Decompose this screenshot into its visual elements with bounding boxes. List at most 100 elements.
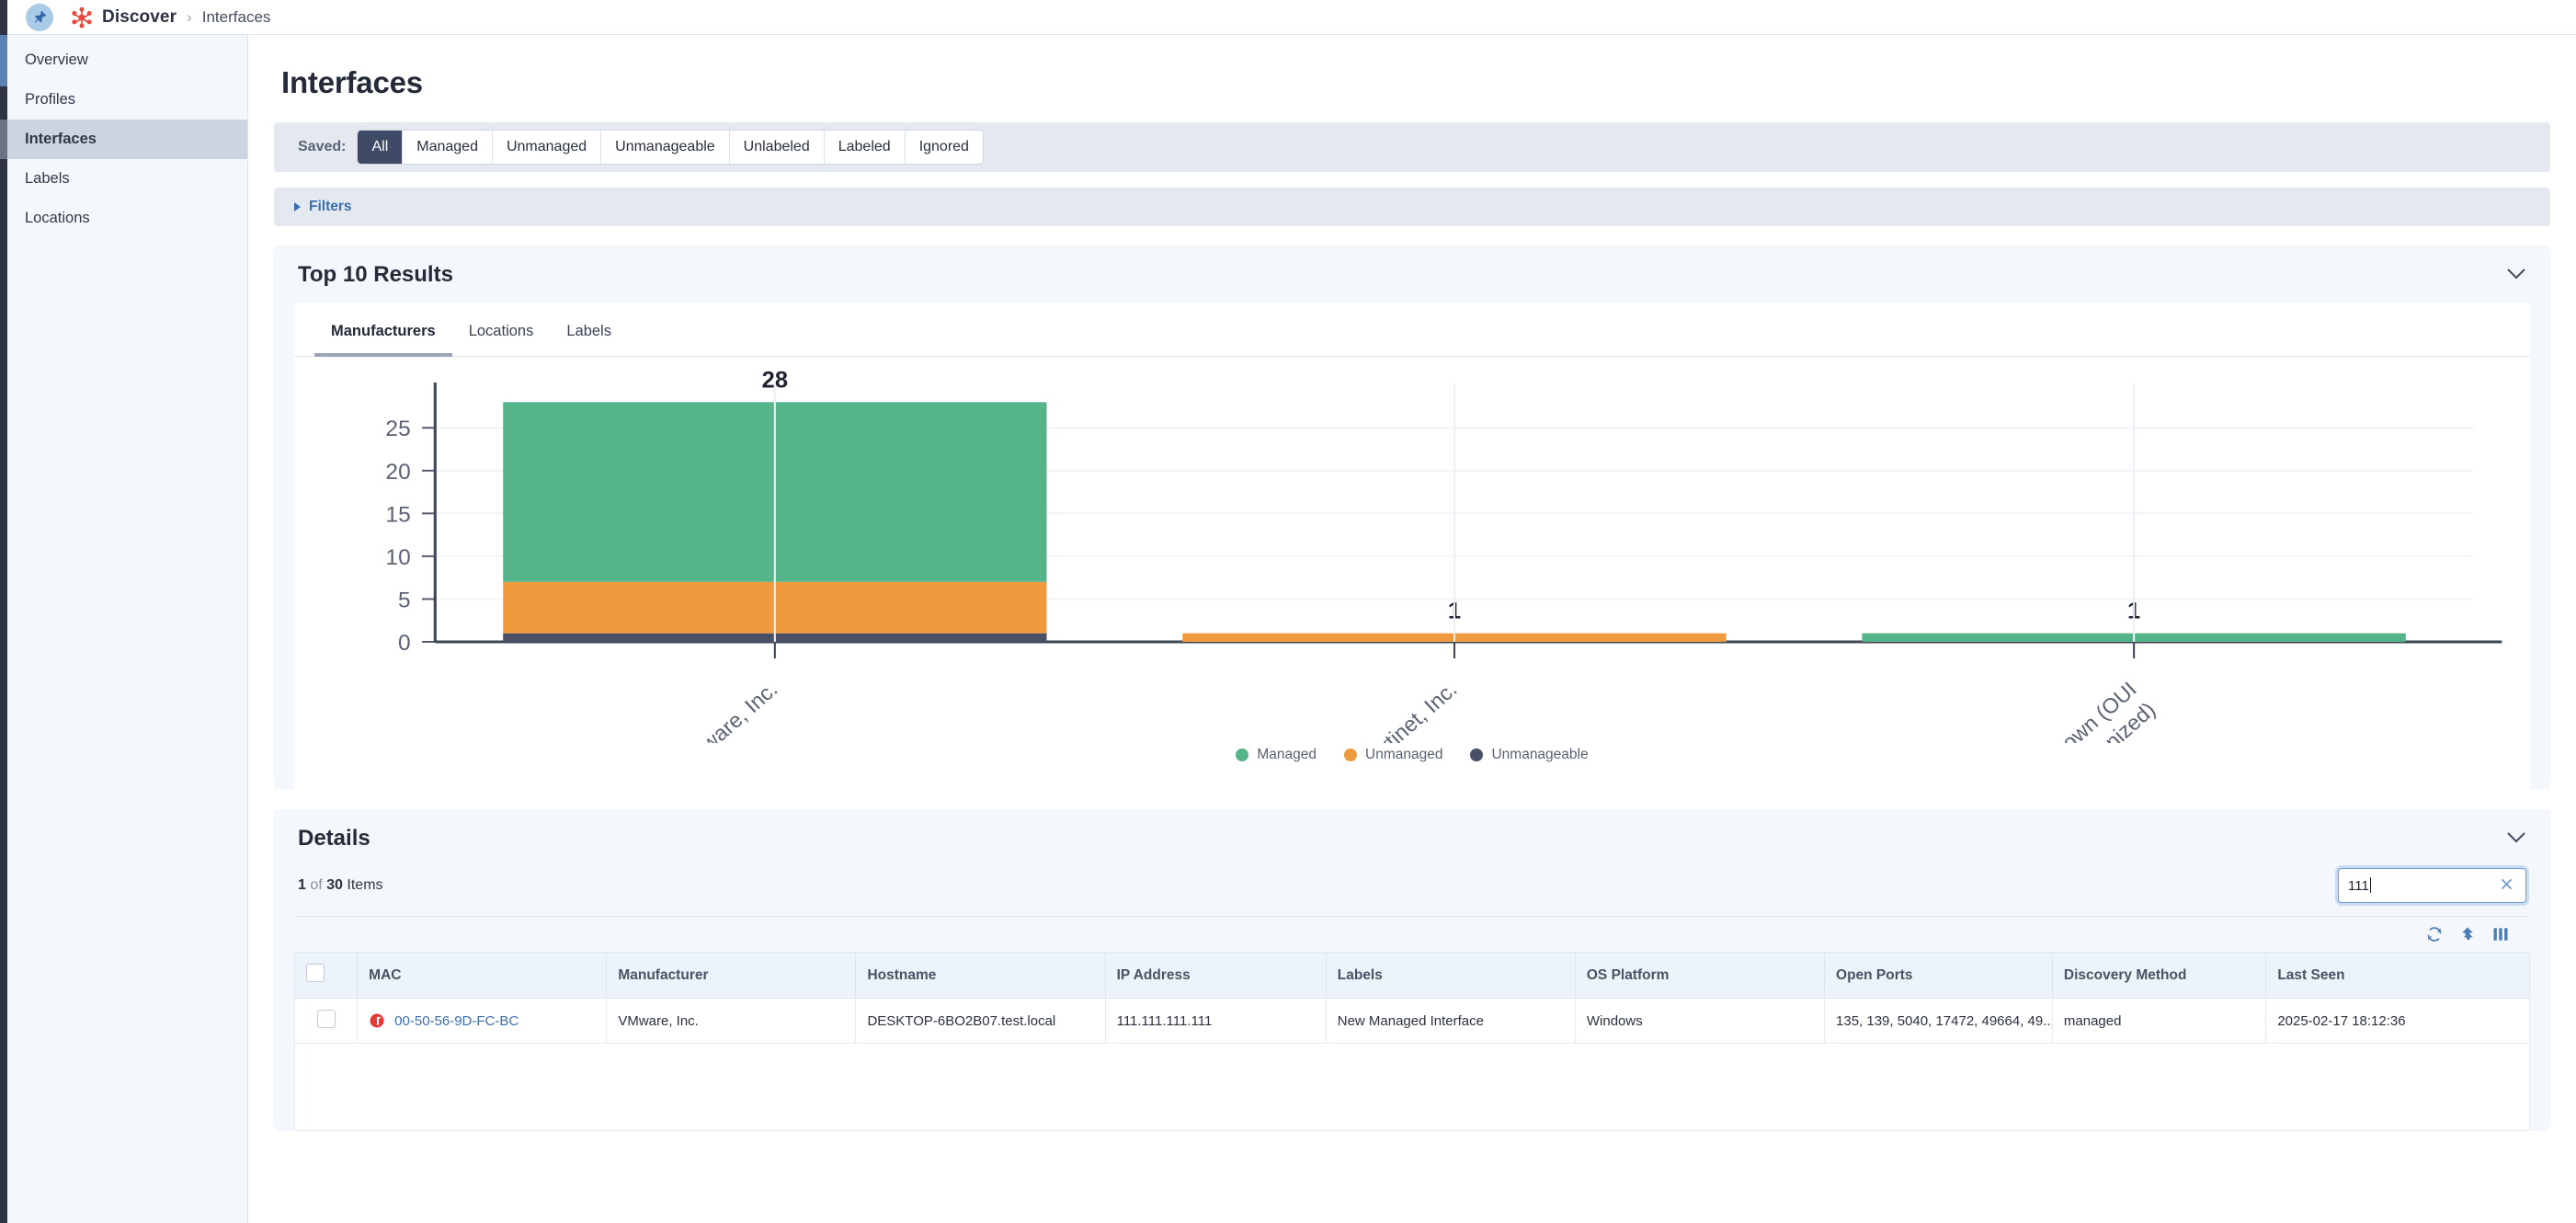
svg-text:25: 25 (385, 417, 410, 441)
main-content: Interfaces Saved: All Managed Unmanaged … (248, 35, 2576, 1223)
details-panel: Details 1 of 30 Items 111 MAC Manufactur… (274, 809, 2550, 1131)
top-results-body: Manufacturers Locations Labels 0 5 10 15 20 2… (294, 303, 2530, 789)
row-checkbox[interactable] (316, 1010, 336, 1028)
export-icon[interactable] (2458, 925, 2477, 943)
saved-filter-labeled[interactable]: Labeled (824, 131, 906, 164)
legend-item-unmanageable[interactable]: Unmanageable (1470, 747, 1589, 763)
sidebar-item-label: Interfaces (25, 131, 97, 147)
legend-swatch-managed (1236, 749, 1249, 761)
saved-filter-all[interactable]: All (358, 131, 404, 164)
sidebar-item-labels[interactable]: Labels (0, 159, 247, 199)
details-toolbar: 1 of 30 Items 111 (274, 866, 2550, 916)
chart-tabs: Manufacturers Locations Labels (294, 303, 2530, 357)
row-select-cell (293, 998, 359, 1044)
svg-text:VMware, Inc.: VMware, Inc. (672, 677, 781, 743)
saved-filter-unmanaged[interactable]: Unmanaged (492, 131, 602, 164)
discover-logo-icon (72, 6, 92, 28)
window-edge-strip (0, 0, 7, 35)
saved-label: Saved: (298, 139, 347, 154)
cell-ip-address: 111.111.111.111 (1104, 998, 1327, 1044)
legend-swatch-unmanageable (1470, 749, 1484, 761)
filters-bar[interactable]: Filters (274, 188, 2550, 226)
top-results-panel: Top 10 Results Manufacturers Locations L… (274, 246, 2550, 789)
cell-last-seen: 2025-02-17 18:12:36 (2265, 998, 2530, 1044)
cell-discovery-method: managed (2051, 998, 2267, 1044)
saved-filter-managed[interactable]: Managed (403, 131, 493, 164)
page-title: Interfaces (281, 65, 423, 99)
item-count-suffix: Items (347, 877, 383, 893)
item-count-of: of (310, 877, 323, 893)
table-tools (294, 916, 2530, 953)
table-empty-space (294, 1044, 2530, 1131)
sidebar-item-interfaces[interactable]: Interfaces (0, 120, 247, 159)
sidebar-item-profiles[interactable]: Profiles (0, 80, 247, 120)
columns-icon[interactable] (2491, 925, 2510, 943)
chart-legend: Managed Unmanaged Unmanageable (294, 747, 2530, 763)
item-count: 1 of 30 Items (298, 877, 383, 894)
legend-label: Unmanaged (1365, 747, 1443, 762)
legend-item-managed[interactable]: Managed (1236, 747, 1316, 763)
svg-text:5: 5 (398, 589, 411, 613)
mac-link[interactable]: 00-50-56-9D-FC-BC (394, 1013, 519, 1029)
column-header-mac[interactable]: MAC (357, 953, 608, 999)
sidebar-item-locations[interactable]: Locations (0, 199, 247, 238)
breadcrumb-separator: › (187, 7, 192, 26)
saved-filter-group: All Managed Unmanaged Unmanageable Unlab… (358, 131, 983, 164)
cell-manufacturer: VMware, Inc. (606, 998, 857, 1044)
saved-filter-unmanageable[interactable]: Unmanageable (601, 131, 730, 164)
column-header-discovery-method[interactable]: Discovery Method (2051, 953, 2267, 999)
sidebar-item-label: Overview (25, 51, 88, 68)
brand[interactable]: Discover (70, 6, 177, 29)
column-header-manufacturer[interactable]: Manufacturer (606, 953, 857, 999)
sidebar-item-overview[interactable]: Overview (0, 40, 247, 80)
body-wrapper: Overview Profiles Interfaces Labels Loca… (0, 35, 2576, 1223)
saved-filter-ignored[interactable]: Ignored (905, 131, 983, 164)
legend-swatch-unmanaged (1344, 749, 1358, 761)
tab-manufacturers[interactable]: Manufacturers (314, 303, 452, 357)
svg-text:10: 10 (385, 545, 410, 570)
table-header-row: MAC Manufacturer Hostname IP Address Lab… (293, 953, 2530, 999)
close-icon[interactable] (2497, 876, 2516, 896)
breadcrumb-current[interactable]: Interfaces (202, 8, 271, 27)
brand-name: Discover (102, 6, 177, 27)
sidebar-item-label: Profiles (25, 91, 76, 108)
top-results-title: Top 10 Results (298, 262, 453, 287)
cell-open-ports: 135, 139, 5040, 17472, 49664, 49... (1824, 998, 2053, 1044)
svg-text:0: 0 (398, 631, 411, 656)
table-row[interactable]: 00-50-56-9D-FC-BC VMware, Inc. DESKTOP-6… (293, 998, 2530, 1044)
legend-item-unmanaged[interactable]: Unmanaged (1344, 747, 1442, 763)
chevron-down-icon[interactable] (2506, 266, 2526, 284)
cell-mac: 00-50-56-9D-FC-BC (357, 998, 608, 1044)
tab-locations[interactable]: Locations (452, 303, 551, 357)
search-input[interactable]: 111 (2338, 868, 2526, 903)
chevron-down-icon[interactable] (2506, 829, 2526, 848)
app-root: Discover › Interfaces Overview Profiles … (0, 0, 2576, 1223)
svg-text:20: 20 (385, 460, 410, 485)
select-all-header (293, 953, 359, 999)
legend-label: Managed (1257, 747, 1317, 762)
text-cursor (2369, 877, 2371, 893)
interfaces-table: MAC Manufacturer Hostname IP Address Lab… (293, 953, 2530, 1044)
svg-text:15: 15 (385, 503, 410, 528)
item-count-total: 30 (326, 877, 343, 893)
legend-label: Unmanageable (1491, 747, 1589, 762)
select-all-checkbox[interactable] (306, 964, 325, 982)
column-header-ip-address[interactable]: IP Address (1104, 953, 1327, 999)
tab-labels[interactable]: Labels (550, 303, 628, 357)
filters-toggle-label[interactable]: Filters (309, 199, 352, 215)
svg-text:Fortinet, Inc.: Fortinet, Inc. (1356, 677, 1462, 743)
column-header-last-seen[interactable]: Last Seen (2265, 953, 2530, 999)
manufacturers-chart: 051015202528VMware, Inc.1Fortinet, Inc.1… (294, 357, 2530, 789)
refresh-icon[interactable] (2425, 925, 2444, 943)
sidebar-item-label: Locations (25, 210, 90, 226)
column-header-hostname[interactable]: Hostname (855, 953, 1106, 999)
pin-icon[interactable] (26, 3, 53, 31)
saved-filter-unlabeled[interactable]: Unlabeled (729, 131, 825, 164)
details-title: Details (298, 826, 370, 851)
column-header-open-ports[interactable]: Open Ports (1824, 953, 2053, 999)
column-header-os-platform[interactable]: OS Platform (1574, 953, 1826, 999)
column-header-labels[interactable]: Labels (1325, 953, 1576, 999)
cell-hostname: DESKTOP-6BO2B07.test.local (855, 998, 1106, 1044)
alert-circle-icon (370, 1013, 384, 1028)
sidebar-item-label: Labels (25, 170, 70, 187)
